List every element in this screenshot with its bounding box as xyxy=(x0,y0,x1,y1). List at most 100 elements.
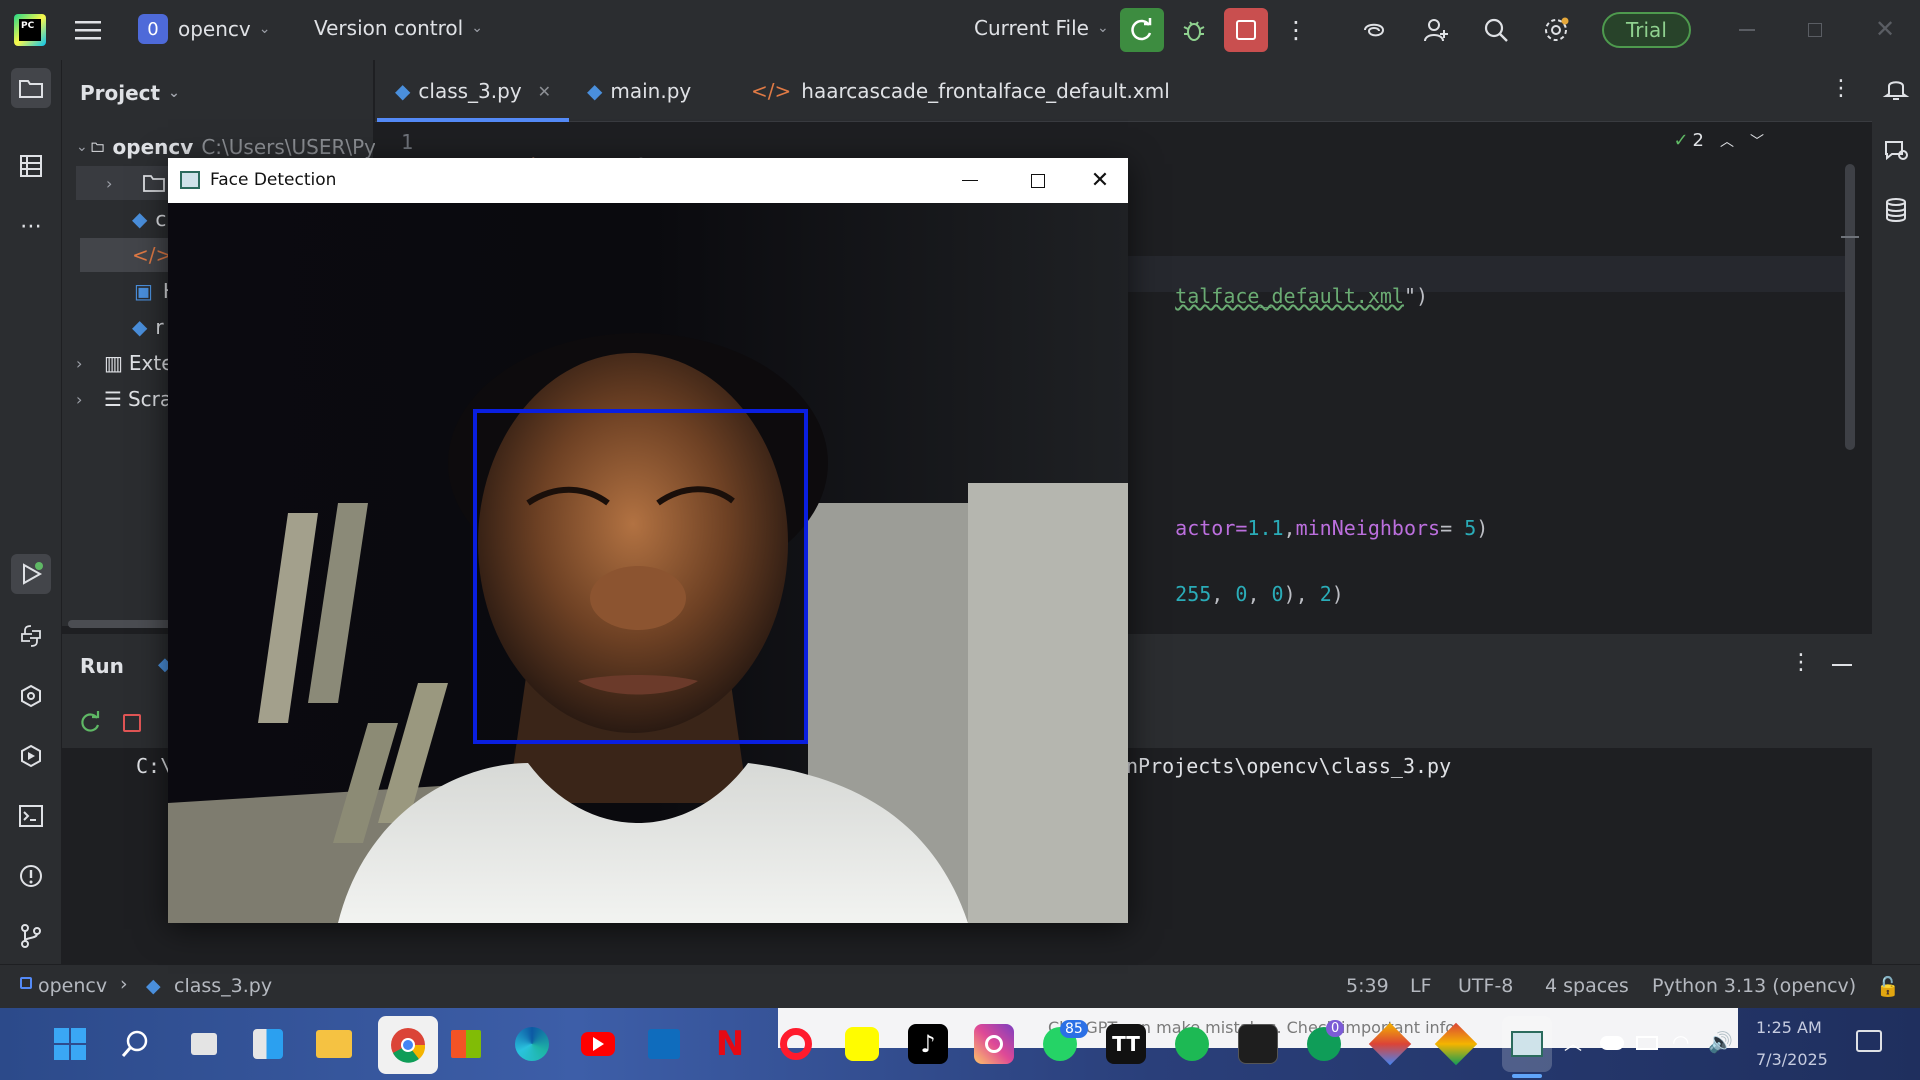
tree-scratches[interactable]: › ☰ Scra xyxy=(76,382,172,416)
tree-external-libraries[interactable]: › ▥ Exte xyxy=(76,346,174,380)
notification-center-icon[interactable] xyxy=(1856,1030,1882,1052)
run-tool-icon[interactable] xyxy=(11,554,51,594)
window-minimize-button[interactable] xyxy=(1732,16,1762,44)
tab-label: main.py xyxy=(610,79,692,103)
tabs-more-icon[interactable]: ⋮ xyxy=(1830,76,1852,101)
expand-arrow-icon: › xyxy=(106,173,113,193)
ai-assistant-icon[interactable] xyxy=(1352,8,1396,52)
stop-icon[interactable] xyxy=(123,714,141,732)
fd-maximize-button[interactable] xyxy=(1008,158,1068,203)
problems-icon[interactable] xyxy=(11,856,51,896)
services-icon[interactable] xyxy=(11,736,51,776)
ai-chat-icon[interactable] xyxy=(1882,136,1912,166)
project-selector[interactable]: 0 opencv ⌄ xyxy=(138,14,270,44)
python-console-icon[interactable] xyxy=(11,616,51,656)
tab-class-3-py[interactable]: ◆ class_3.py ✕ xyxy=(395,60,551,122)
read-only-lock-icon[interactable]: 🔓 xyxy=(1876,975,1900,998)
breadcrumb-file[interactable]: class_3.py xyxy=(174,975,272,997)
stop-button[interactable] xyxy=(1224,8,1268,52)
run-panel-options-icon[interactable]: ⋮ xyxy=(1790,650,1812,675)
taskbar-clock-time[interactable]: 1:25 AM xyxy=(1756,1018,1822,1037)
version-control-menu[interactable]: Version control ⌄ xyxy=(314,16,483,40)
tree-item-py-file[interactable]: ◆ r xyxy=(132,310,164,344)
more-tools-icon[interactable]: ⋯ xyxy=(11,206,51,246)
window-app-icon xyxy=(180,171,200,189)
capcut-icon[interactable]: TT xyxy=(1106,1024,1146,1064)
code-text: ), xyxy=(1283,582,1320,606)
code-fragment-cascade[interactable]: talface_default.xml") xyxy=(1127,260,1428,332)
tiktok-icon[interactable]: ♪ xyxy=(908,1024,948,1064)
face-detection-taskbar-icon[interactable] xyxy=(1502,1016,1552,1072)
file-explorer-icon[interactable] xyxy=(314,1024,354,1064)
opera-icon[interactable] xyxy=(776,1024,816,1064)
taskbar-clock-date[interactable]: 7/3/2025 xyxy=(1756,1050,1828,1069)
gemini-alt-icon[interactable] xyxy=(1434,1022,1478,1066)
microsoft-store-icon[interactable] xyxy=(446,1024,486,1064)
snapchat-icon[interactable] xyxy=(842,1024,882,1064)
edge-icon[interactable] xyxy=(512,1024,552,1064)
tree-item-label: Exte xyxy=(128,351,174,375)
run-panel-title[interactable]: Run xyxy=(80,654,124,678)
settings-gear-icon[interactable] xyxy=(1534,8,1578,52)
taskbar-search-icon[interactable] xyxy=(116,1024,156,1064)
trial-badge[interactable]: Trial xyxy=(1602,12,1691,48)
inspection-widget[interactable]: ✓ 2 ︿ ﹀ xyxy=(1673,130,1764,151)
close-tab-icon[interactable]: ✕ xyxy=(538,82,551,101)
youtube-icon[interactable] xyxy=(578,1024,618,1064)
chevron-down-icon[interactable]: ﹀ xyxy=(1750,131,1764,151)
file-encoding[interactable]: UTF-8 xyxy=(1458,975,1513,997)
battery-icon[interactable] xyxy=(1636,1036,1658,1050)
spotify-icon[interactable] xyxy=(1172,1024,1212,1064)
code-fragment-detect[interactable]: actor=1.1,minNeighbors= 5) xyxy=(1127,492,1488,564)
outlook-icon[interactable] xyxy=(644,1024,684,1064)
webcam-image xyxy=(168,203,1128,923)
search-icon[interactable] xyxy=(1474,8,1518,52)
line-separator[interactable]: LF xyxy=(1410,975,1432,997)
tree-item-py-file[interactable]: ◆ c xyxy=(132,202,166,236)
rerun-button[interactable] xyxy=(1120,8,1164,52)
structure-icon[interactable] xyxy=(11,146,51,186)
tray-chevron-up-icon[interactable]: ︿ xyxy=(1564,1030,1582,1056)
database-icon[interactable] xyxy=(1882,196,1912,226)
tab-haarcascade-xml[interactable]: </> haarcascade_frontalface_default.xml xyxy=(751,60,1170,122)
window-restore-button[interactable] xyxy=(1800,16,1830,44)
cursor-position[interactable]: 5:39 xyxy=(1346,975,1389,997)
terminal-icon[interactable] xyxy=(11,796,51,836)
instagram-icon[interactable] xyxy=(974,1024,1014,1064)
volume-icon[interactable]: 🔊 xyxy=(1708,1030,1733,1054)
windows-start-icon[interactable] xyxy=(50,1024,90,1064)
face-detection-titlebar[interactable]: Face Detection ✕ xyxy=(168,158,1128,203)
python-packages-icon[interactable] xyxy=(11,676,51,716)
indent-setting[interactable]: 4 spaces xyxy=(1545,975,1629,997)
debug-button[interactable] xyxy=(1172,8,1216,52)
project-folder-icon[interactable] xyxy=(11,68,51,108)
task-view-icon[interactable] xyxy=(184,1024,224,1064)
chevron-up-icon[interactable]: ︿ xyxy=(1720,131,1734,151)
onedrive-icon[interactable] xyxy=(1600,1036,1624,1050)
project-panel-header[interactable]: Project ⌄ xyxy=(80,76,180,110)
gemini-icon[interactable] xyxy=(1368,1022,1412,1066)
python-interpreter[interactable]: Python 3.13 (opencv) xyxy=(1652,975,1856,997)
run-config-selector[interactable]: Current File ⌄ xyxy=(974,16,1109,40)
code-fragment-rectangle[interactable]: 255, 0, 0), 2) xyxy=(1127,558,1344,630)
tab-main-py[interactable]: ◆ main.py xyxy=(587,60,691,122)
webcam-frame xyxy=(168,203,1128,923)
terminal-app-icon[interactable] xyxy=(1238,1024,1278,1064)
chrome-icon[interactable] xyxy=(378,1016,438,1074)
more-actions-icon[interactable]: ⋮ xyxy=(1274,8,1318,52)
breadcrumb-project[interactable]: opencv xyxy=(38,975,107,997)
widgets-icon[interactable] xyxy=(248,1024,288,1064)
number: 255 xyxy=(1175,582,1212,606)
fd-close-button[interactable]: ✕ xyxy=(1072,158,1128,203)
fd-minimize-button[interactable] xyxy=(940,158,1000,203)
run-panel-minimize-icon[interactable] xyxy=(1832,664,1852,666)
rerun-icon[interactable] xyxy=(78,710,104,736)
netflix-icon[interactable]: N xyxy=(710,1024,750,1064)
wifi-icon[interactable]: ◠ xyxy=(1672,1030,1689,1054)
git-icon[interactable] xyxy=(11,916,51,956)
main-menu-button[interactable] xyxy=(66,8,110,52)
editor-vertical-scrollbar[interactable] xyxy=(1845,164,1855,450)
add-user-icon[interactable] xyxy=(1414,8,1458,52)
notifications-bell-icon[interactable] xyxy=(1882,74,1912,104)
window-close-button[interactable]: ✕ xyxy=(1870,14,1900,44)
